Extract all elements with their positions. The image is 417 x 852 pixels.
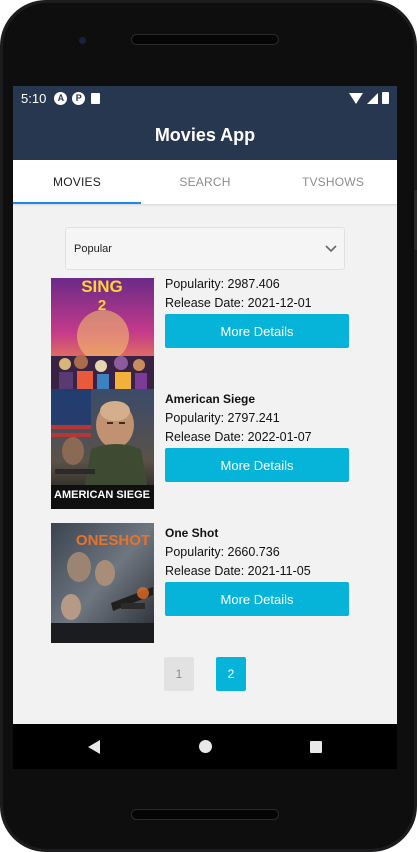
movie-popularity: Popularity: 2987.406 (165, 277, 280, 291)
movie-list: Popular SING 2 Popularity: 2987.406 Rele… (13, 204, 397, 725)
category-select[interactable]: Popular (65, 227, 345, 270)
more-details-button[interactable]: More Details (165, 448, 349, 482)
movie-popularity: Popularity: 2797.241 (165, 411, 280, 425)
movie-card: SING 2 Popularity: 2987.406 Release Date… (51, 277, 351, 398)
poster-title-text: ONESHOT (76, 532, 150, 549)
movie-poster[interactable]: ONESHOT (51, 523, 154, 643)
app-bar: Movies App (13, 110, 397, 160)
movie-poster[interactable]: SING 2 (51, 278, 154, 398)
svg-text:2: 2 (98, 297, 106, 314)
wifi-icon (349, 92, 363, 104)
movie-popularity: Popularity: 2660.736 (165, 545, 280, 559)
navigation-bar (13, 724, 397, 769)
movie-card: ONESHOT One Shot Popularity: 2660.736 Re… (51, 523, 351, 643)
more-details-button[interactable]: More Details (165, 582, 349, 616)
battery-icon (382, 92, 389, 104)
movie-release-date: Release Date: 2021-11-05 (165, 564, 311, 578)
tab-tvshows[interactable]: TVSHOWS (269, 160, 397, 204)
bottom-speaker (131, 809, 279, 820)
page-button-2[interactable]: 2 (216, 657, 246, 691)
movie-title: American Siege (165, 392, 256, 406)
movie-card: AMERICAN SIEGE American Siege Popularity… (51, 389, 351, 509)
back-icon[interactable] (88, 740, 100, 754)
movie-release-date: Release Date: 2021-12-01 (165, 296, 312, 310)
poster-title-text: SING (81, 278, 123, 296)
sd-card-icon (91, 92, 101, 104)
movie-info: One Shot Popularity: 2660.736 Release Da… (165, 523, 351, 581)
movie-release-date: Release Date: 2022-01-07 (165, 430, 312, 444)
earpiece-speaker (131, 34, 279, 45)
movie-info: American Siege Popularity: 2797.241 Rele… (165, 389, 351, 447)
screen: 5:10 A P Movies App MOVIES SEARCH TVSHOW… (13, 86, 397, 769)
movie-info: Popularity: 2987.406 Release Date: 2021-… (165, 277, 351, 313)
notification-icon: P (72, 91, 86, 105)
signal-icon (367, 92, 378, 104)
category-select-value: Popular (74, 242, 112, 255)
a-icon: A (54, 91, 68, 105)
chevron-down-icon (325, 245, 337, 253)
tab-search[interactable]: SEARCH (141, 160, 269, 204)
page-button-1[interactable]: 1 (164, 657, 194, 691)
app-title: Movies App (154, 124, 256, 145)
poster-title-text: AMERICAN SIEGE (54, 489, 150, 501)
movie-poster[interactable]: AMERICAN SIEGE (51, 389, 154, 509)
home-icon[interactable] (199, 740, 212, 753)
recent-apps-icon[interactable] (310, 741, 322, 753)
tab-movies[interactable]: MOVIES (13, 160, 141, 204)
status-bar: 5:10 A P (13, 86, 397, 110)
front-camera (79, 37, 86, 44)
tab-bar: MOVIES SEARCH TVSHOWS (13, 160, 397, 204)
movie-title: One Shot (165, 526, 219, 540)
status-time: 5:10 (21, 90, 47, 106)
more-details-button[interactable]: More Details (165, 314, 349, 348)
phone-frame: 5:10 A P Movies App MOVIES SEARCH TVSHOW… (0, 0, 417, 852)
